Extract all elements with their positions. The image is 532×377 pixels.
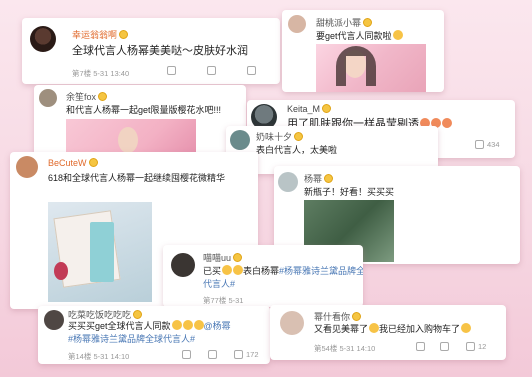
- avatar[interactable]: [44, 310, 64, 330]
- emoji-icon: [392, 30, 403, 40]
- username-label: 幸运翁翁啊: [72, 30, 118, 40]
- avatar[interactable]: [230, 130, 250, 150]
- share-icon[interactable]: [167, 66, 176, 75]
- username[interactable]: Keita_M: [287, 104, 332, 114]
- avatar[interactable]: [16, 156, 38, 178]
- vip-badge-icon: [98, 92, 108, 101]
- avatar[interactable]: [171, 253, 195, 277]
- comment-text: 又看见美幂了 我已经加入购物车了: [314, 323, 472, 336]
- username[interactable]: 奶味十夕: [256, 130, 304, 143]
- vip-badge-icon: [133, 310, 143, 319]
- username[interactable]: 幸运翁翁啊: [72, 28, 129, 41]
- celebrity-photo[interactable]: [316, 44, 426, 92]
- vip-badge-icon: [324, 174, 334, 183]
- hashtag-text[interactable]: #杨幂雅诗兰黛品牌全球代言人#: [68, 333, 195, 346]
- avatar[interactable]: [278, 172, 298, 192]
- vip-badge-icon: [233, 253, 243, 262]
- like-icon[interactable]: 172: [234, 350, 259, 359]
- floor-time: 第77楼 5-31: [203, 296, 244, 305]
- comment-icon[interactable]: [440, 342, 449, 351]
- avatar[interactable]: [30, 26, 56, 52]
- comment-card-9[interactable]: 吃菜吃饭吃吃吃 买买买get全球代言人同款 @杨幂 #杨幂雅诗兰黛品牌全球代言人#…: [38, 306, 270, 364]
- share-icon[interactable]: [182, 350, 191, 359]
- comment-text: 要get代言人同款啦: [316, 30, 403, 43]
- username[interactable]: BeCuteW: [48, 158, 98, 168]
- avatar[interactable]: [280, 311, 304, 335]
- comment-icon[interactable]: [208, 350, 217, 359]
- username[interactable]: 喵喵uu: [203, 251, 243, 264]
- vip-badge-icon: [352, 312, 362, 321]
- like-icon[interactable]: 434: [475, 140, 500, 149]
- share-icon[interactable]: [416, 342, 425, 351]
- username[interactable]: 甜桃派小幂: [316, 16, 373, 29]
- hashtag-text[interactable]: 代言人#: [203, 278, 235, 291]
- comment-text: 和代言人杨幂一起get限量版樱花水吧!!!: [66, 105, 222, 115]
- vip-badge-icon: [294, 132, 304, 141]
- comment-card-1[interactable]: 幸运翁翁啊 全球代言人杨幂美美哒～皮肤好水润 第7楼 5-31 13:40: [22, 18, 280, 84]
- comment-text: 买买买get全球代言人同款 @杨幂: [68, 320, 231, 331]
- like-icon[interactable]: 12: [466, 342, 486, 351]
- comment-text: 已买表白杨幂#杨幂雅诗兰黛品牌全球: [203, 265, 363, 276]
- username[interactable]: 杨幂: [304, 172, 334, 185]
- comment-text: 新瓶子！好看！买买买: [304, 187, 395, 197]
- vip-badge-icon: [363, 18, 373, 27]
- comment-card-10[interactable]: 幂什看你 又看见美幂了 我已经加入购物车了 第54楼 5-31 14:10 12: [270, 305, 506, 360]
- username[interactable]: 幂什看你: [314, 310, 362, 323]
- like-icon[interactable]: [247, 66, 256, 75]
- avatar[interactable]: [39, 89, 57, 107]
- vip-badge-icon: [119, 30, 129, 39]
- vip-badge-icon: [322, 104, 332, 113]
- vip-badge-icon: [88, 158, 98, 167]
- comment-card-2[interactable]: 甜桃派小幂 要get代言人同款啦: [282, 10, 444, 92]
- avatar[interactable]: [288, 15, 306, 33]
- comment-text: 全球代言人杨幂美美哒～皮肤好水润: [72, 45, 248, 57]
- floor-time: 第7楼 5-31 13:40: [72, 69, 130, 78]
- comment-text: 表白代言人，太美啦: [256, 145, 338, 155]
- comment-icon[interactable]: [207, 66, 216, 75]
- username[interactable]: 余笙fox: [66, 90, 108, 103]
- product-photo[interactable]: [48, 202, 152, 302]
- comment-card-3[interactable]: 余笙fox 和代言人杨幂一起get限量版樱花水吧!!!: [34, 85, 246, 161]
- comment-text: 618和全球代言人杨幂一起继续囤樱花微精华: [48, 173, 226, 183]
- comment-card-8[interactable]: 喵喵uu 已买表白杨幂#杨幂雅诗兰黛品牌全球 代言人# 第77楼 5-31: [163, 245, 363, 307]
- floor-time: 第14楼 5-31 14:10: [68, 352, 130, 361]
- floor-time: 第54楼 5-31 14:10: [314, 344, 376, 353]
